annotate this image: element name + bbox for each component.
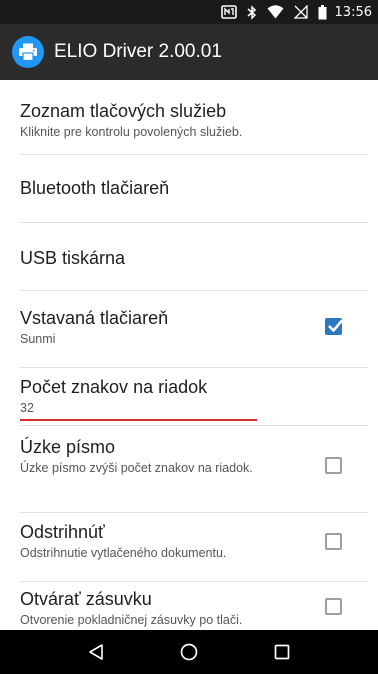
- pref-title: Bluetooth tlačiareň: [20, 178, 170, 198]
- navigation-bar: [0, 630, 378, 674]
- pref-title: Otvárať zásuvku: [20, 589, 152, 609]
- pref-summary: Sunmi: [20, 332, 56, 346]
- pref-title: Zoznam tlačových služieb: [20, 101, 227, 121]
- pref-summary: Kliknite pre kontrolu povolených služieb…: [20, 125, 243, 139]
- wifi-icon: [267, 4, 284, 20]
- status-bar: 13:56: [0, 0, 378, 24]
- pref-narrow-font[interactable]: Úzke písmo Úzke písmo zvýši počet znakov…: [0, 426, 378, 512]
- pref-title: Úzke písmo: [20, 437, 116, 457]
- app-bar: ELIO Driver 2.00.01: [0, 24, 378, 80]
- pref-builtin-printer[interactable]: Vstavaná tlačiareň Sunmi: [0, 291, 378, 366]
- nfc-icon: [220, 4, 237, 20]
- checkmark-icon: [328, 319, 343, 333]
- pref-cut[interactable]: Odstrihnúť Odstrihnutie vytlačeného doku…: [0, 513, 378, 581]
- pref-summary: Odstrihnutie vytlačeného dokumentu.: [20, 546, 227, 560]
- pref-print-services[interactable]: Zoznam tlačových služieb Kliknite pre ko…: [0, 80, 378, 154]
- signal-icon: [293, 4, 308, 20]
- bluetooth-icon: [247, 4, 257, 20]
- pref-usb-printer[interactable]: USB tiskárna: [0, 223, 378, 289]
- pref-bluetooth-printer[interactable]: Bluetooth tlačiareň: [0, 155, 378, 221]
- builtin-printer-checkbox[interactable]: [325, 318, 343, 335]
- recents-icon[interactable]: [262, 632, 302, 672]
- pref-title: Odstrihnúť: [20, 522, 105, 542]
- settings-list: Zoznam tlačových služieb Kliknite pre ko…: [0, 80, 378, 630]
- cut-checkbox[interactable]: [325, 533, 342, 550]
- pref-summary: Úzke písmo zvýši počet znakov na riadok.: [20, 461, 253, 475]
- pref-title: Vstavaná tlačiareň: [20, 308, 169, 328]
- status-time: 13:56: [334, 4, 372, 20]
- pref-title: USB tiskárna: [20, 248, 126, 268]
- chars-per-line-value: 32: [20, 401, 34, 415]
- battery-icon: [318, 4, 327, 20]
- pref-open-drawer[interactable]: Otvárať zásuvku Otvorenie pokladničnej z…: [0, 582, 378, 630]
- pref-summary: Otvorenie pokladničnej zásuvky po tlači.: [20, 613, 243, 627]
- edit-underline: [20, 419, 257, 421]
- pref-title: Počet znakov na riadok: [20, 377, 208, 397]
- back-icon[interactable]: [76, 632, 116, 672]
- printer-icon: [12, 36, 44, 68]
- open-drawer-checkbox[interactable]: [325, 598, 342, 615]
- narrow-font-checkbox[interactable]: [325, 457, 342, 474]
- app-title: ELIO Driver 2.00.01: [54, 41, 222, 62]
- home-icon[interactable]: [169, 632, 209, 672]
